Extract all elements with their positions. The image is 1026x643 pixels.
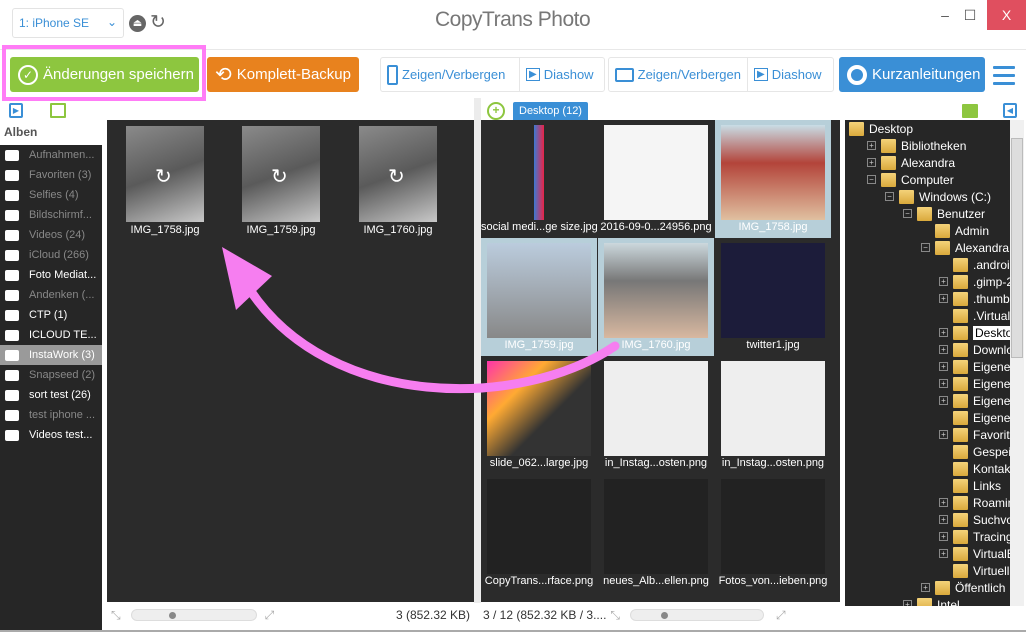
- arrow-head: [222, 247, 272, 310]
- arrow-curve: [245, 285, 620, 394]
- drag-arrow: [222, 247, 620, 394]
